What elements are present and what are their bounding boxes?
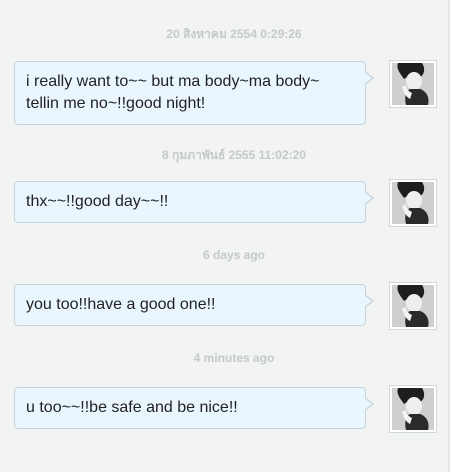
user-photo-icon[interactable] [390, 180, 436, 226]
bubble-tail-inner [364, 398, 372, 410]
message-timestamp: 6 days ago [202, 248, 266, 262]
message-bubble: u too~~!!be safe and be nice!! [14, 387, 374, 429]
message-text: you too!!have a good one!! [26, 296, 216, 313]
message-text: thx~~!!good day~~!! [26, 193, 169, 210]
message-timestamp: 4 minutes ago [193, 351, 275, 365]
message-text: u too~~!!be safe and be nice!! [26, 399, 238, 416]
message-bubble: you too!!have a good one!! [14, 284, 374, 326]
message-text: i really want to~~ but ma body~ma body~ … [26, 73, 320, 112]
user-photo-icon[interactable] [390, 283, 436, 329]
bubble-tail-inner [364, 192, 372, 204]
message-bubble: thx~~!!good day~~!! [14, 181, 374, 223]
bubble-tail-inner [364, 72, 372, 84]
message-timestamp: 8 กุมภาพันธ์ 2555 11:02:20 [161, 148, 306, 162]
user-photo-icon[interactable] [390, 386, 436, 432]
bubble-tail-inner [364, 295, 372, 307]
user-photo-icon[interactable] [390, 61, 436, 107]
message-bubble: i really want to~~ but ma body~ma body~ … [14, 61, 374, 125]
message-timestamp: 20 สิงหาคม 2554 0:29:26 [166, 27, 302, 41]
